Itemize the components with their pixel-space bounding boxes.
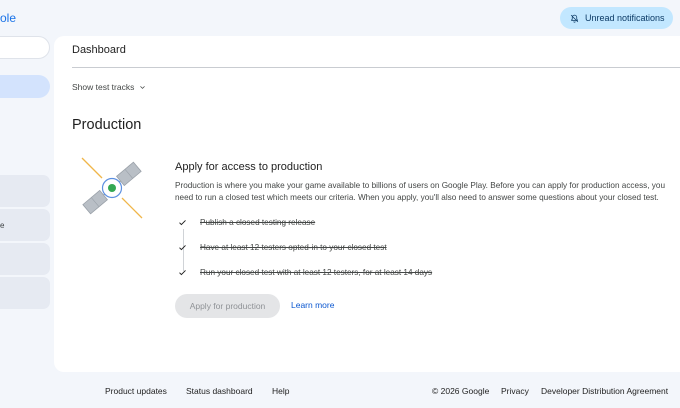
checklist-item-label: Publish a closed testing release — [200, 218, 316, 227]
section-title: Production — [72, 117, 142, 133]
footer-status-dashboard-link[interactable]: Status dashboard — [186, 386, 253, 396]
sidebar-card-3[interactable] — [0, 243, 50, 275]
checklist-item: Run your closed test with at least 12 te… — [178, 268, 432, 277]
page-title: Dashboard — [72, 44, 126, 56]
sidebar-search-input[interactable] — [0, 36, 50, 59]
unread-notifications-button[interactable]: Unread notifications — [560, 7, 673, 29]
checkmark-icon — [179, 270, 186, 276]
footer-copyright: © 2026 Google — [432, 386, 490, 396]
brand-logo-text[interactable]: ole — [0, 11, 16, 25]
notifications-off-icon — [570, 14, 579, 23]
checklist-item: Publish a closed testing release — [178, 218, 315, 227]
sidebar-item-active[interactable] — [0, 75, 50, 98]
apply-for-production-button[interactable]: Apply for production — [175, 294, 280, 318]
checklist-item-label: Have at least 12 testers opted-in to you… — [200, 243, 387, 252]
sidebar-card-1[interactable] — [0, 175, 50, 207]
sidebar-card-2[interactable]: e — [0, 209, 50, 241]
checklist-item: Have at least 12 testers opted-in to you… — [178, 243, 387, 252]
show-test-tracks-toggle[interactable]: Show test tracks — [72, 82, 146, 92]
learn-more-link[interactable]: Learn more — [291, 300, 334, 310]
footer-help-link[interactable]: Help — [272, 386, 289, 396]
chevron-down-icon — [140, 85, 146, 89]
checkmark-icon — [179, 245, 186, 251]
footer-privacy-link[interactable]: Privacy — [501, 386, 529, 396]
sidebar-card-label: e — [0, 221, 5, 230]
apply-description: Production is where you make your game a… — [175, 181, 666, 203]
title-divider — [72, 67, 680, 68]
footer-product-updates-link[interactable]: Product updates — [105, 386, 167, 396]
unread-notifications-label: Unread notifications — [585, 13, 665, 23]
checklist-item-label: Run your closed test with at least 12 te… — [200, 268, 433, 277]
sidebar-card-4[interactable] — [0, 277, 50, 309]
show-test-tracks-label: Show test tracks — [72, 82, 135, 92]
apply-section-title: Apply for access to production — [175, 161, 323, 173]
satellite-illustration-icon — [81, 157, 143, 219]
footer-dda-link[interactable]: Developer Distribution Agreement — [541, 386, 668, 396]
checkmark-icon — [179, 220, 186, 226]
